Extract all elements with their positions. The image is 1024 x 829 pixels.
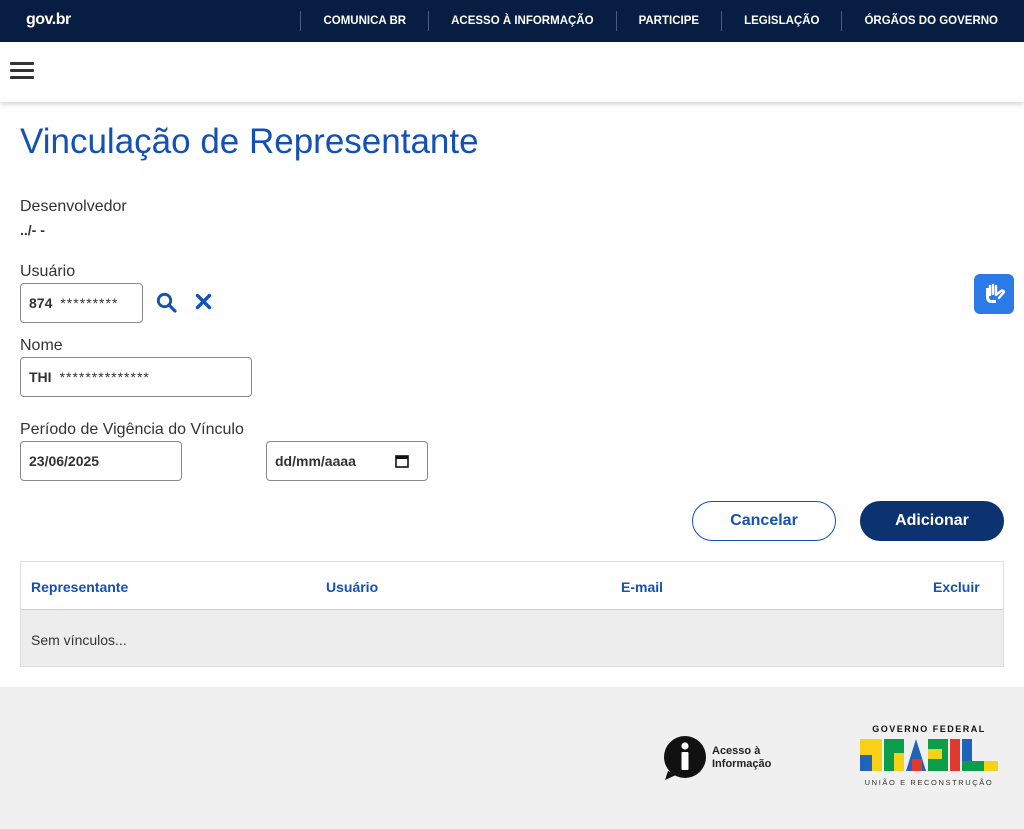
user-mask: ********* <box>60 295 119 311</box>
user-prefix: 874 <box>29 295 53 311</box>
table-row: Sem vínculos... <box>21 610 1003 666</box>
header-email[interactable]: E-mail <box>621 579 663 595</box>
search-icon[interactable] <box>156 292 177 318</box>
gov-links: COMUNICA BR ACESSO À INFORMAÇÃO PARTICIP… <box>300 0 1010 42</box>
gov-top-bar: gov.br COMUNICA BR ACESSO À INFORMAÇÃO P… <box>0 0 1024 42</box>
site-header <box>0 42 1024 102</box>
link-participe[interactable]: PARTICIPE <box>617 15 722 27</box>
user-label: Usuário <box>20 263 76 280</box>
brand-top-text: GOVERNO FEDERAL <box>872 724 986 734</box>
brand-bottom-text: UNIÃO E RECONSTRUÇÃO <box>864 778 994 787</box>
table-header: Representante Usuário E-mail Excluir <box>21 562 1003 610</box>
access-information-link[interactable]: Acesso à Informação <box>662 735 771 781</box>
header-excluir[interactable]: Excluir <box>933 579 980 595</box>
header-representante[interactable]: Representante <box>31 579 128 595</box>
end-date-placeholder: dd/mm/aaaa <box>275 453 356 469</box>
link-comunica-br[interactable]: COMUNICA BR <box>301 15 428 27</box>
vlibras-accessibility-button[interactable] <box>974 274 1014 314</box>
end-date-input[interactable]: dd/mm/aaaa <box>266 441 428 481</box>
brasil-wordmark <box>860 739 998 771</box>
name-label: Nome <box>20 337 63 354</box>
hands-icon <box>986 283 1006 303</box>
name-mask: ************** <box>59 369 150 385</box>
access-info-line2: Informação <box>712 758 772 770</box>
governo-federal-logo: GOVERNO FEDERAL UNIÃO E RECONSTRUÇÃO <box>858 724 1000 787</box>
name-input[interactable]: THI ************** <box>20 357 252 397</box>
start-date-value: 23/06/2025 <box>29 453 100 469</box>
name-prefix: THI <box>29 369 52 385</box>
govbr-logo[interactable]: gov.br <box>26 11 71 29</box>
link-orgaos-governo[interactable]: ÓRGÃOS DO GOVERNO <box>842 15 1010 27</box>
representatives-table: Representante Usuário E-mail Excluir Sem… <box>20 561 1004 667</box>
start-date-input[interactable]: 23/06/2025 <box>20 441 182 481</box>
calendar-icon[interactable] <box>395 454 409 468</box>
access-info-line1: Acesso à <box>712 745 761 757</box>
user-input[interactable]: 874 ********* <box>20 283 143 323</box>
info-icon <box>664 736 706 780</box>
link-legislacao[interactable]: LEGISLAÇÃO <box>722 15 841 27</box>
link-acesso-informacao[interactable]: ACESSO À INFORMAÇÃO <box>429 15 615 27</box>
page-title: Vinculação de Representante <box>20 122 479 161</box>
empty-message: Sem vínculos... <box>31 632 127 648</box>
add-button[interactable]: Adicionar <box>860 501 1004 541</box>
developer-value: ../- - <box>20 222 45 238</box>
cancel-button[interactable]: Cancelar <box>692 501 836 541</box>
menu-icon[interactable] <box>10 62 34 82</box>
developer-label: Desenvolvedor <box>20 198 127 215</box>
period-label: Período de Vigência do Vínculo <box>20 421 244 438</box>
close-icon[interactable] <box>195 293 212 315</box>
header-usuario[interactable]: Usuário <box>326 579 378 595</box>
